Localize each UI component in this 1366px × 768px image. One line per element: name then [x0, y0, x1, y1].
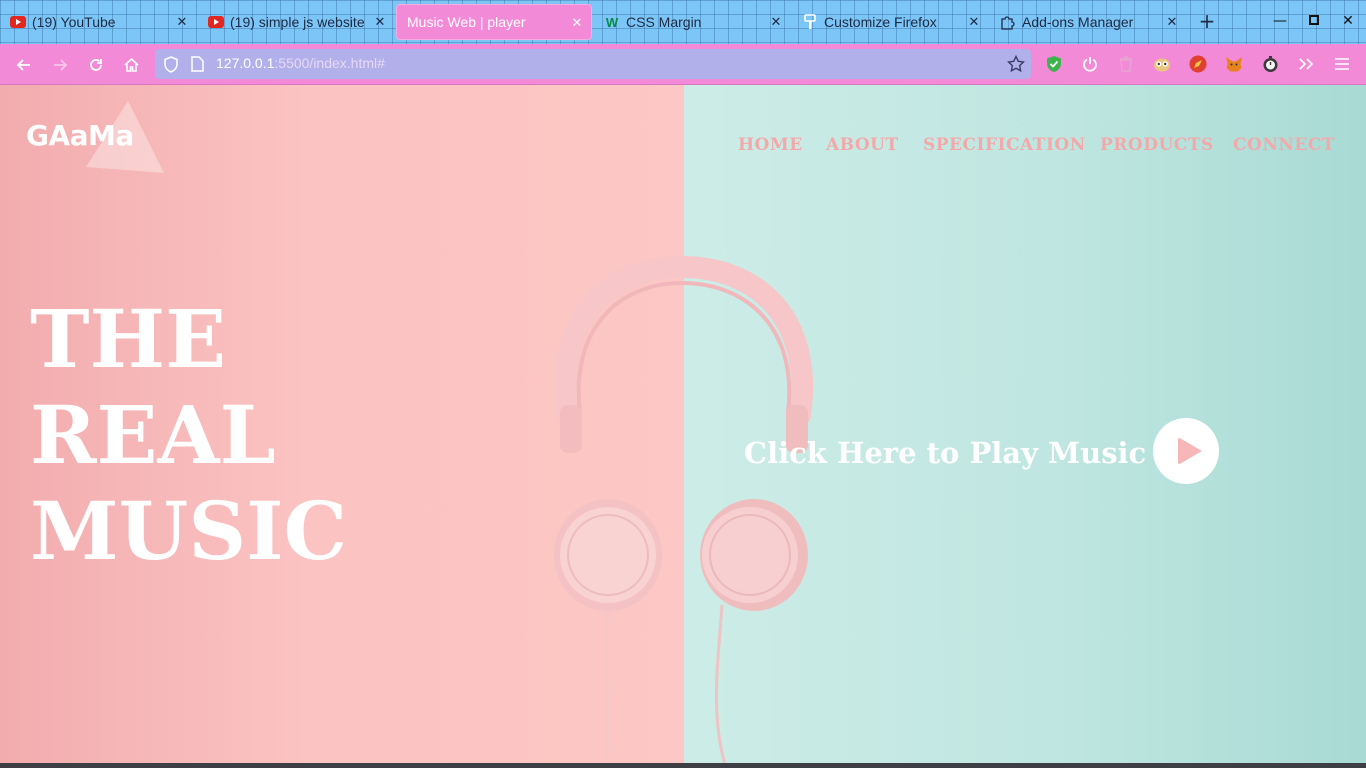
power-icon[interactable]	[1080, 54, 1100, 74]
nav-specification[interactable]: SPECIFICATION	[923, 135, 1086, 155]
timer-extension-icon[interactable]	[1260, 54, 1280, 74]
hero-heading: THE REAL MUSIC	[30, 291, 347, 579]
close-icon[interactable]: ✕	[372, 14, 388, 30]
youtube-icon	[10, 14, 26, 30]
w3schools-icon: W	[605, 14, 619, 30]
trash-icon[interactable]	[1116, 54, 1136, 74]
hero-line: THE	[30, 292, 227, 386]
minimize-icon[interactable]: —	[1268, 10, 1292, 32]
tab-add-ons-manager[interactable]: Add-ons Manager ✕	[990, 4, 1186, 40]
tab-title: (19) simple js website	[230, 14, 365, 30]
site-logo[interactable]: GAaMa	[26, 119, 134, 152]
reload-icon[interactable]	[83, 52, 109, 78]
page-icon[interactable]	[191, 56, 204, 76]
tab-css-margin[interactable]: W CSS Margin ✕	[594, 4, 790, 40]
nav-products[interactable]: PRODUCTS	[1100, 135, 1214, 155]
hero-line: MUSIC	[30, 484, 348, 578]
bookmark-star-icon[interactable]	[1006, 54, 1026, 77]
close-icon[interactable]: ✕	[966, 14, 982, 30]
nav-connect[interactable]: CONNECT	[1233, 135, 1335, 155]
owl-extension-icon[interactable]	[1152, 54, 1172, 74]
maximize-icon[interactable]	[1302, 10, 1326, 32]
metamask-fox-icon[interactable]	[1224, 54, 1244, 74]
tab-strip: (19) YouTube ✕ (19) simple js website ✕ …	[0, 0, 1366, 44]
tab-customize-firefox[interactable]: Customize Firefox ✕	[792, 4, 988, 40]
puzzle-icon	[1000, 14, 1016, 30]
tab-title: (19) YouTube	[32, 14, 116, 30]
navigation-toolbar: 127.0.0.1:5500/index.html#	[0, 44, 1366, 85]
url-bar[interactable]: 127.0.0.1:5500/index.html#	[155, 49, 1031, 79]
bottom-edge	[0, 763, 1366, 768]
tab-music-web-player[interactable]: Music Web | player ✕	[396, 4, 592, 40]
new-tab-plus-icon[interactable]: +	[1196, 10, 1218, 32]
url-path: :5500/index.html#	[274, 55, 385, 71]
shield-icon[interactable]	[163, 56, 179, 77]
headphones-image	[554, 255, 813, 768]
close-icon[interactable]: ✕	[1164, 14, 1180, 30]
nav-home[interactable]: HOME	[738, 135, 803, 155]
tab-youtube[interactable]: (19) YouTube ✕	[0, 4, 196, 40]
tab-title: CSS Margin	[626, 14, 702, 30]
nav-about[interactable]: ABOUT	[826, 135, 899, 155]
close-window-icon[interactable]: ✕	[1336, 10, 1360, 32]
tab-simple-js-website[interactable]: (19) simple js website ✕	[198, 4, 394, 40]
overflow-chevrons-icon[interactable]	[1296, 54, 1316, 74]
play-button[interactable]	[1153, 418, 1219, 484]
page-viewport: GAaMa HOME ABOUT SPECIFICATION PRODUCTS …	[0, 85, 1366, 768]
adblock-shield-icon[interactable]	[1044, 54, 1064, 74]
home-icon[interactable]	[118, 52, 144, 78]
forward-arrow-icon[interactable]	[47, 52, 73, 78]
url-text[interactable]: 127.0.0.1:5500/index.html#	[216, 55, 385, 71]
tab-title: Music Web | player	[407, 14, 526, 30]
back-arrow-icon[interactable]	[11, 52, 37, 78]
youtube-icon	[208, 14, 224, 30]
close-icon[interactable]: ✕	[174, 14, 190, 30]
close-icon[interactable]: ✕	[569, 15, 585, 31]
brush-icon	[802, 14, 818, 30]
tab-title: Add-ons Manager	[1022, 14, 1134, 30]
close-icon[interactable]: ✕	[768, 14, 784, 30]
tab-title: Customize Firefox	[824, 14, 937, 30]
hamburger-menu-icon[interactable]	[1332, 54, 1352, 74]
play-music-label[interactable]: Click Here to Play Music	[744, 436, 1146, 470]
rocket-extension-icon[interactable]	[1188, 54, 1208, 74]
url-host: 127.0.0.1	[216, 55, 275, 71]
hero-line: REAL	[30, 388, 276, 482]
